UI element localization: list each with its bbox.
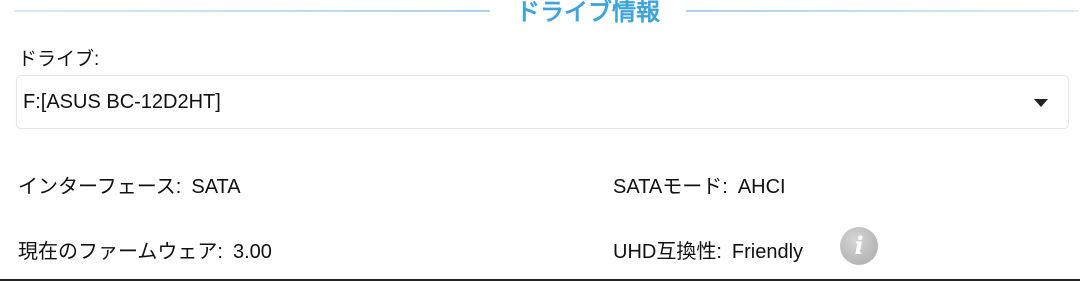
sata-mode-value: AHCI <box>737 176 786 198</box>
interface-label: インターフェース: <box>18 176 182 198</box>
section-title: ドライブ情報 <box>516 0 660 26</box>
firmware-value: 3.00 <box>232 241 272 263</box>
section-header: ドライブ情報 <box>0 0 1080 26</box>
header-divider-left <box>14 10 490 12</box>
sata-mode-row: SATAモード: AHCI <box>613 170 786 199</box>
uhd-label: UHD互換性: <box>613 241 722 263</box>
info-icon[interactable]: i <box>840 227 878 265</box>
drive-label: ドライブ: <box>18 49 100 70</box>
drive-select[interactable]: F:[ASUS BC-12D2HT] <box>16 75 1069 129</box>
uhd-value: Friendly <box>731 241 804 263</box>
drive-select-value: F:[ASUS BC-12D2HT] <box>23 91 221 113</box>
uhd-row: UHD互換性: Friendly <box>613 235 803 264</box>
interface-row: インターフェース: SATA <box>18 170 241 199</box>
sata-mode-label: SATAモード: <box>613 176 728 198</box>
header-divider-right <box>686 10 1078 12</box>
firmware-label: 現在のファームウェア: <box>18 241 223 263</box>
interface-value: SATA <box>191 176 241 198</box>
chevron-down-icon[interactable] <box>1034 99 1048 107</box>
firmware-row: 現在のファームウェア: 3.00 <box>18 235 272 264</box>
